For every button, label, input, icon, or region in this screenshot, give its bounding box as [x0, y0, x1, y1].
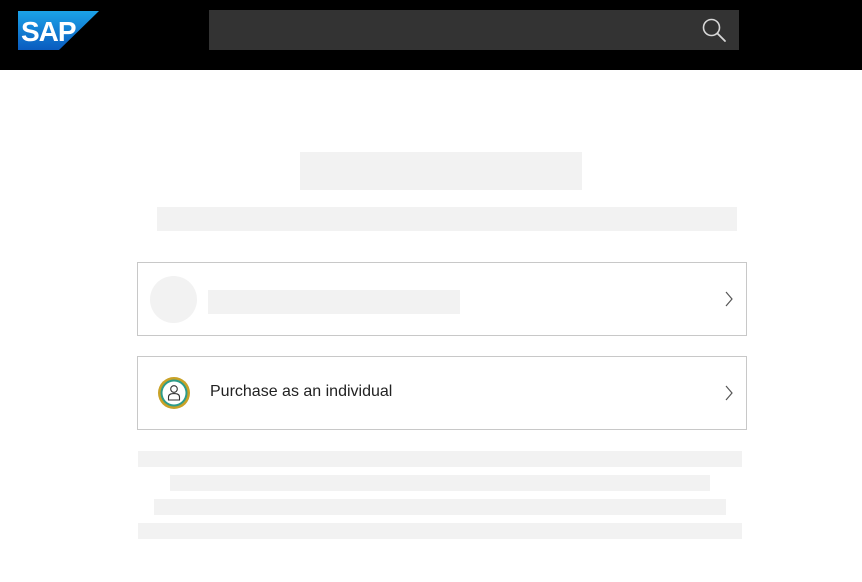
person-badge-icon [157, 376, 191, 410]
text-line-placeholder [170, 475, 710, 491]
logo-text: SAP [21, 16, 76, 47]
text-line-placeholder [138, 523, 742, 539]
sap-logo[interactable]: SAP [18, 11, 99, 50]
option-label-placeholder [208, 290, 460, 314]
search-input[interactable] [209, 10, 689, 50]
search-icon[interactable] [701, 17, 727, 43]
purchase-as-individual-option[interactable]: Purchase as an individual [137, 356, 747, 430]
chevron-right-icon [724, 383, 734, 403]
option-avatar-placeholder [150, 276, 197, 323]
chevron-right-icon [724, 289, 734, 309]
text-line-placeholder [138, 451, 742, 467]
text-line-placeholder [154, 499, 726, 515]
sap-logo-graphic: SAP [18, 11, 99, 50]
page-title-placeholder [300, 152, 582, 190]
purchase-option-loading[interactable] [137, 262, 747, 336]
option-label: Purchase as an individual [210, 383, 393, 400]
search-bar [209, 10, 739, 50]
top-navigation-bar: SAP [0, 0, 862, 70]
page-subtitle-placeholder [157, 207, 737, 231]
